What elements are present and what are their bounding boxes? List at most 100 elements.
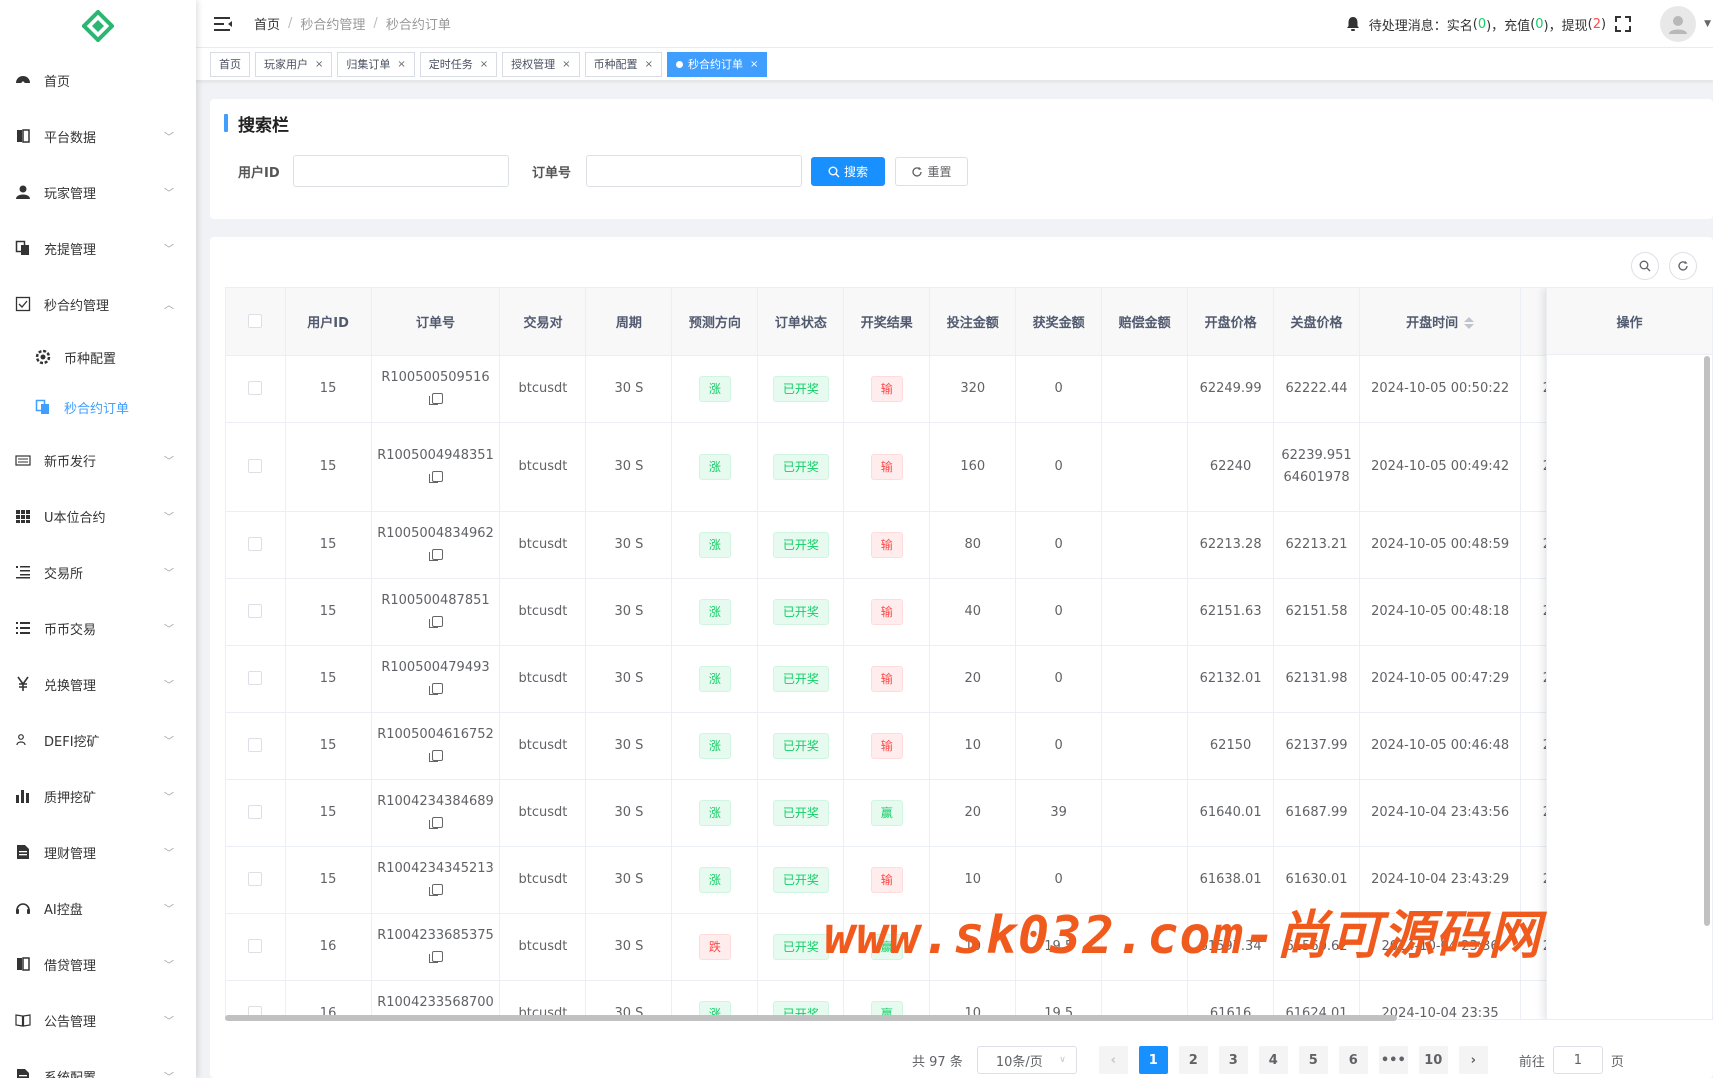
- close-icon[interactable]: ×: [397, 59, 405, 70]
- user-id-input[interactable]: [293, 155, 509, 187]
- page-button-2[interactable]: 3: [1218, 1046, 1248, 1074]
- row-checkbox[interactable]: [248, 872, 263, 886]
- tab-6[interactable]: 秒合约订单 ×: [666, 51, 768, 77]
- cell-open-price: 61616: [1187, 980, 1275, 1019]
- cell-status: 已开奖: [757, 712, 845, 780]
- sidebar-item-11[interactable]: 质押挖矿 ﹀: [0, 768, 196, 824]
- logo[interactable]: [0, 0, 196, 52]
- tab-5[interactable]: 币种配置 ×: [584, 51, 662, 77]
- copy-icon[interactable]: [428, 682, 443, 695]
- row-checkbox[interactable]: [248, 671, 263, 685]
- reset-button[interactable]: 重置: [895, 157, 968, 186]
- copy-icon[interactable]: [428, 548, 443, 561]
- close-icon[interactable]: ×: [315, 59, 323, 70]
- select-all-checkbox[interactable]: [248, 314, 263, 329]
- vertical-scrollbar[interactable]: [1704, 356, 1710, 926]
- sidebar-item-13[interactable]: AI控盘 ﹀: [0, 880, 196, 936]
- page-button-3[interactable]: 4: [1258, 1046, 1288, 1074]
- row-checkbox[interactable]: [248, 537, 263, 551]
- breadcrumb-home[interactable]: 首页: [254, 14, 280, 33]
- row-checkbox[interactable]: [248, 459, 263, 473]
- copy-icon[interactable]: [428, 749, 443, 762]
- page-button-1[interactable]: 2: [1178, 1046, 1208, 1074]
- copy-icon[interactable]: [428, 470, 443, 483]
- breadcrumb-section[interactable]: 秒合约管理: [300, 14, 365, 33]
- close-icon[interactable]: ×: [562, 59, 570, 70]
- tab-4[interactable]: 授权管理 ×: [502, 51, 580, 77]
- close-icon[interactable]: ×: [480, 59, 488, 70]
- sidebar-item-0[interactable]: 首页: [0, 52, 196, 108]
- cell-status: 已开奖: [757, 980, 845, 1019]
- sidebar-item-2[interactable]: 玩家管理 ﹀: [0, 164, 196, 220]
- sidebar-subitem-1[interactable]: 秒合约订单: [0, 382, 196, 432]
- close-icon[interactable]: ×: [645, 59, 653, 70]
- page-button-0[interactable]: 1: [1138, 1046, 1168, 1074]
- sort-icon[interactable]: [1464, 317, 1475, 330]
- row-checkbox[interactable]: [248, 604, 263, 618]
- recharge-label[interactable]: 充值: [1504, 15, 1530, 34]
- cell-compensation: [1101, 980, 1189, 1019]
- chevron-down-icon: ﹀: [164, 456, 174, 468]
- prev-page-button[interactable]: ‹: [1098, 1046, 1128, 1074]
- document-icon: [14, 843, 32, 861]
- row-checkbox[interactable]: [248, 738, 263, 752]
- sidebar-item-3[interactable]: 充提管理 ﹀: [0, 220, 196, 276]
- close-icon[interactable]: ×: [750, 59, 758, 70]
- withdraw-count[interactable]: 2: [1593, 17, 1601, 32]
- tab-1[interactable]: 玩家用户 ×: [255, 51, 333, 77]
- copy-icon[interactable]: [428, 392, 443, 405]
- sidebar-item-15[interactable]: 公告管理 ﹀: [0, 992, 196, 1048]
- sidebar-item-7[interactable]: 交易所 ﹀: [0, 544, 196, 600]
- column-header-12[interactable]: 开盘时间: [1359, 288, 1522, 356]
- hamburger-icon[interactable]: [212, 13, 234, 35]
- sidebar-item-10[interactable]: DEFI挖矿 ﹀: [0, 712, 196, 768]
- copy-icon[interactable]: [428, 615, 443, 628]
- next-page-button[interactable]: ›: [1458, 1046, 1488, 1074]
- copy-icon[interactable]: [428, 816, 443, 829]
- sidebar-item-14[interactable]: 借贷管理 ﹀: [0, 936, 196, 992]
- sidebar-item-12[interactable]: 理财管理 ﹀: [0, 824, 196, 880]
- page-size-select[interactable]: 10条/页 ∨: [976, 1046, 1077, 1074]
- realname-label[interactable]: 实名: [1447, 15, 1473, 34]
- sidebar-item-5[interactable]: 新币发行 ﹀: [0, 432, 196, 488]
- sidebar-item-1[interactable]: 平台数据 ﹀: [0, 108, 196, 164]
- tab-2[interactable]: 归集订单 ×: [337, 51, 415, 77]
- cell-period: 30 S: [585, 980, 673, 1019]
- recharge-count[interactable]: 0: [1535, 17, 1543, 32]
- page-button-7[interactable]: 10: [1418, 1046, 1448, 1074]
- sidebar-item-4[interactable]: 秒合约管理 ︿: [0, 276, 196, 332]
- toggle-search-button[interactable]: [1631, 252, 1659, 280]
- fullscreen-icon[interactable]: [1614, 15, 1632, 33]
- avatar-dropdown-icon[interactable]: ▼: [1704, 19, 1711, 29]
- page-button-4[interactable]: 5: [1298, 1046, 1328, 1074]
- sidebar-subitem-0[interactable]: 币种配置: [0, 332, 196, 382]
- bell-icon[interactable]: [1345, 16, 1361, 32]
- row-checkbox[interactable]: [248, 805, 263, 819]
- tab-0[interactable]: 首页: [210, 51, 250, 77]
- sidebar-item-6[interactable]: U本位合约 ﹀: [0, 488, 196, 544]
- horizontal-scrollbar[interactable]: [225, 1015, 1397, 1021]
- chevron-down-icon: ﹀: [164, 244, 174, 256]
- avatar[interactable]: [1660, 6, 1697, 42]
- sidebar-item-9[interactable]: 兑换管理 ﹀: [0, 656, 196, 712]
- copy-icon[interactable]: [428, 883, 443, 896]
- cell-order-no: R1004234384689: [371, 779, 501, 847]
- row-checkbox[interactable]: [248, 939, 263, 953]
- search-button[interactable]: 搜索: [811, 157, 885, 186]
- refresh-table-button[interactable]: [1669, 252, 1697, 280]
- page-button-5[interactable]: 6: [1338, 1046, 1368, 1074]
- cell-user-id: 16: [285, 913, 372, 981]
- sidebar-item-16[interactable]: 系统配置 ﹀: [0, 1048, 196, 1078]
- sidebar-item-8[interactable]: 币币交易 ﹀: [0, 600, 196, 656]
- cell-pair: btcusdt: [499, 712, 587, 780]
- goto-page-input[interactable]: [1552, 1046, 1603, 1074]
- page-button-6[interactable]: •••: [1378, 1046, 1408, 1074]
- order-no-label: 订单号: [532, 166, 572, 181]
- copy-icon[interactable]: [428, 950, 443, 963]
- realname-count[interactable]: 0: [1478, 17, 1486, 32]
- cell-close-price: 62213.21: [1273, 511, 1361, 579]
- tab-3[interactable]: 定时任务 ×: [419, 51, 498, 77]
- row-checkbox[interactable]: [248, 381, 263, 395]
- order-no-input[interactable]: [586, 155, 802, 187]
- withdraw-label[interactable]: 提现: [1562, 15, 1588, 34]
